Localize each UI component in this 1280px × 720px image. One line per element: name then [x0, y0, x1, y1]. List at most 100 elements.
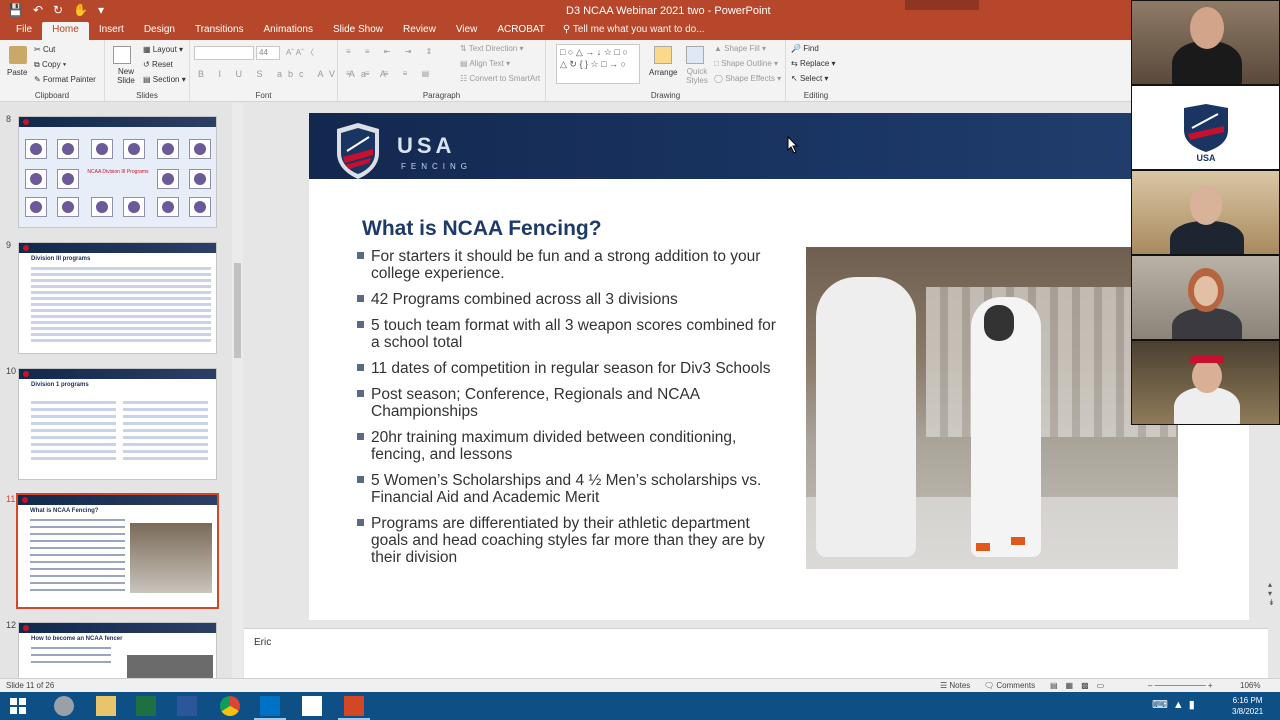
video-tile-participant-4[interactable] [1131, 340, 1280, 425]
file-explorer-icon[interactable] [96, 696, 116, 716]
shapes-gallery[interactable]: □ ○ △ → ↓ ☆ □ ○ △ ↻ { } ☆ □ → ○ [556, 44, 640, 84]
thumbnail-title: How to become an NCAA fencer [31, 636, 123, 642]
redo-icon[interactable]: ↻ [53, 3, 63, 17]
bullet-item: Post season; Conference, Regionals and N… [355, 386, 780, 420]
window-title: D3 NCAA Webinar 2021 two - PowerPoint [566, 5, 771, 17]
text-direction-button[interactable]: ⇅ Text Direction ▾ [460, 44, 524, 53]
tab-file[interactable]: File [6, 22, 42, 40]
align-text-button[interactable]: ▤ Align Text ▾ [460, 59, 510, 68]
paste-icon[interactable] [9, 46, 27, 64]
slides-label: Slides [136, 91, 158, 100]
tell-me-box[interactable]: ⚲ Tell me what you want to do... [555, 22, 715, 40]
font-label: Font [255, 91, 272, 100]
ribbon-tabs: File Home Insert Design Transitions Anim… [0, 22, 1131, 40]
list-buttons[interactable]: ≡ ≡ ⇤ ⇥ ⇕ [346, 47, 438, 56]
video-tile-participant-3[interactable] [1131, 255, 1280, 340]
arrange-icon[interactable] [654, 46, 672, 64]
new-slide-button[interactable]: New Slide [111, 67, 141, 85]
quick-styles-icon[interactable] [686, 46, 704, 64]
paragraph-label: Paragraph [422, 91, 461, 100]
tab-slide-show[interactable]: Slide Show [323, 22, 393, 40]
quick-styles-button[interactable]: Quick Styles [682, 67, 712, 85]
reset-button[interactable]: ↺ Reset [143, 60, 173, 69]
speaker-notes-pane[interactable]: Eric [244, 628, 1268, 678]
new-slide-icon[interactable] [113, 46, 131, 64]
shape-fill-button[interactable]: ▲ Shape Fill ▾ [714, 44, 766, 53]
comments-button[interactable]: 🗨 Comments [984, 681, 1035, 690]
thumbnail-slide-9[interactable]: Division III programs [18, 242, 217, 354]
tab-insert[interactable]: Insert [89, 22, 134, 40]
powerpoint-icon[interactable] [338, 696, 370, 720]
video-tile-participant-2[interactable] [1131, 170, 1280, 255]
notes-button[interactable]: ☰ Notes [940, 681, 970, 690]
shape-effects-button[interactable]: ◯ Shape Effects ▾ [714, 74, 781, 83]
tab-view[interactable]: View [446, 22, 488, 40]
zoom-level[interactable]: 106% [1240, 681, 1260, 690]
thumbnail-slide-8[interactable]: NCAA Division III Programs [18, 116, 217, 228]
font-name-box[interactable] [194, 46, 254, 60]
current-slide[interactable]: USA FENCING What is NCAA Fencing? For st… [309, 113, 1249, 620]
font-grow-shrink[interactable]: Aˆ Aˇ 〈 [286, 47, 314, 58]
copy-button[interactable]: ⧉ Copy ▾ [34, 60, 66, 70]
slide-editing-area: USA FENCING What is NCAA Fencing? For st… [244, 103, 1268, 628]
zoom-slider[interactable]: – ───────── + [1148, 681, 1213, 690]
taskbar-clock[interactable]: 6:16 PM 3/8/2021 [1232, 695, 1263, 717]
thumbnail-title: Division III programs [31, 256, 91, 262]
slide-scroll-controls[interactable]: ▴ ▾ ↡ [1268, 580, 1280, 620]
bullet-list[interactable]: For starters it should be fun and a stro… [355, 248, 780, 575]
slide-title[interactable]: What is NCAA Fencing? [362, 217, 602, 241]
meeting-controls[interactable] [905, 0, 979, 10]
tab-acrobat[interactable]: ACROBAT [487, 22, 555, 40]
undo-icon[interactable]: ↶ [33, 3, 43, 17]
find-button[interactable]: 🔎 Find [791, 44, 819, 53]
section-button[interactable]: ▤ Section ▾ [143, 75, 186, 84]
quick-access-toolbar: 💾 ↶ ↻ ✋ ▾ [8, 3, 104, 17]
thumbnail-title: What is NCAA Fencing? [30, 508, 99, 514]
tab-home[interactable]: Home [42, 22, 89, 40]
font-size-box[interactable]: 44 [256, 46, 280, 60]
scrollbar-thumb[interactable] [234, 263, 241, 358]
tab-animations[interactable]: Animations [254, 22, 323, 40]
system-tray[interactable]: ⌨▲▮ [1152, 698, 1200, 711]
logo-text: USA [397, 133, 456, 158]
video-tile-usa-fencing[interactable]: USA [1131, 85, 1280, 170]
replace-button[interactable]: ⇆ Replace ▾ [791, 59, 836, 68]
drawing-group: □ ○ △ → ↓ ☆ □ ○ △ ↻ { } ☆ □ → ○ Arrange Q… [546, 40, 786, 102]
fencing-photo[interactable] [806, 247, 1178, 569]
thumbnail-slide-12[interactable]: How to become an NCAA fencer [18, 622, 217, 678]
thumbnail-slide-11[interactable]: What is NCAA Fencing? [16, 493, 219, 609]
select-button[interactable]: ↖ Select ▾ [791, 74, 828, 83]
word-icon[interactable] [177, 696, 197, 716]
arrange-button[interactable]: Arrange [649, 68, 677, 77]
paste-button[interactable]: Paste [7, 68, 27, 77]
slide-header-banner: USA FENCING [309, 113, 1249, 179]
outlook-icon[interactable] [254, 696, 286, 720]
lightbulb-icon: ⚲ [562, 24, 573, 35]
app-icon[interactable] [54, 696, 74, 716]
format-painter-button[interactable]: ✎ Format Painter [34, 75, 96, 84]
cut-button[interactable]: ✂ Cut [34, 45, 55, 54]
thumbnails-scrollbar[interactable] [232, 103, 243, 678]
thumbnail-slide-10[interactable]: Division 1 programs [18, 368, 217, 480]
view-buttons[interactable]: ▤▦▩▭ [1050, 681, 1112, 690]
windows-start-icon[interactable] [8, 696, 28, 716]
align-buttons[interactable]: ≡ ≡ ≡ ≡ ▤ [346, 69, 435, 78]
tell-me-text: Tell me what you want to do... [572, 24, 705, 35]
bullet-item: 5 Women’s Scholarships and 4 ½ Men’s sch… [355, 472, 780, 506]
shape-outline-button[interactable]: □ Shape Outline ▾ [714, 59, 778, 68]
speaker-notes-text: Eric [254, 637, 272, 648]
convert-smartart-button[interactable]: ☷ Convert to SmartArt [460, 74, 540, 83]
paragraph-group: ≡ ≡ ⇤ ⇥ ⇕ ≡ ≡ ≡ ≡ ▤ ⇅ Text Direction ▾ ▤… [338, 40, 546, 102]
tab-review[interactable]: Review [393, 22, 446, 40]
acrobat-icon[interactable] [302, 696, 322, 716]
tab-design[interactable]: Design [134, 22, 185, 40]
tab-transitions[interactable]: Transitions [185, 22, 254, 40]
save-icon[interactable]: 💾 [8, 3, 23, 17]
customize-qat-icon[interactable]: ▾ [98, 3, 104, 17]
layout-button[interactable]: ▦ Layout ▾ [143, 45, 183, 54]
chrome-icon[interactable] [220, 696, 240, 716]
touch-mode-icon[interactable]: ✋ [73, 3, 88, 17]
clock-time: 6:16 PM [1232, 696, 1263, 705]
video-tile-participant-1[interactable] [1131, 0, 1280, 85]
excel-icon[interactable] [136, 696, 156, 716]
